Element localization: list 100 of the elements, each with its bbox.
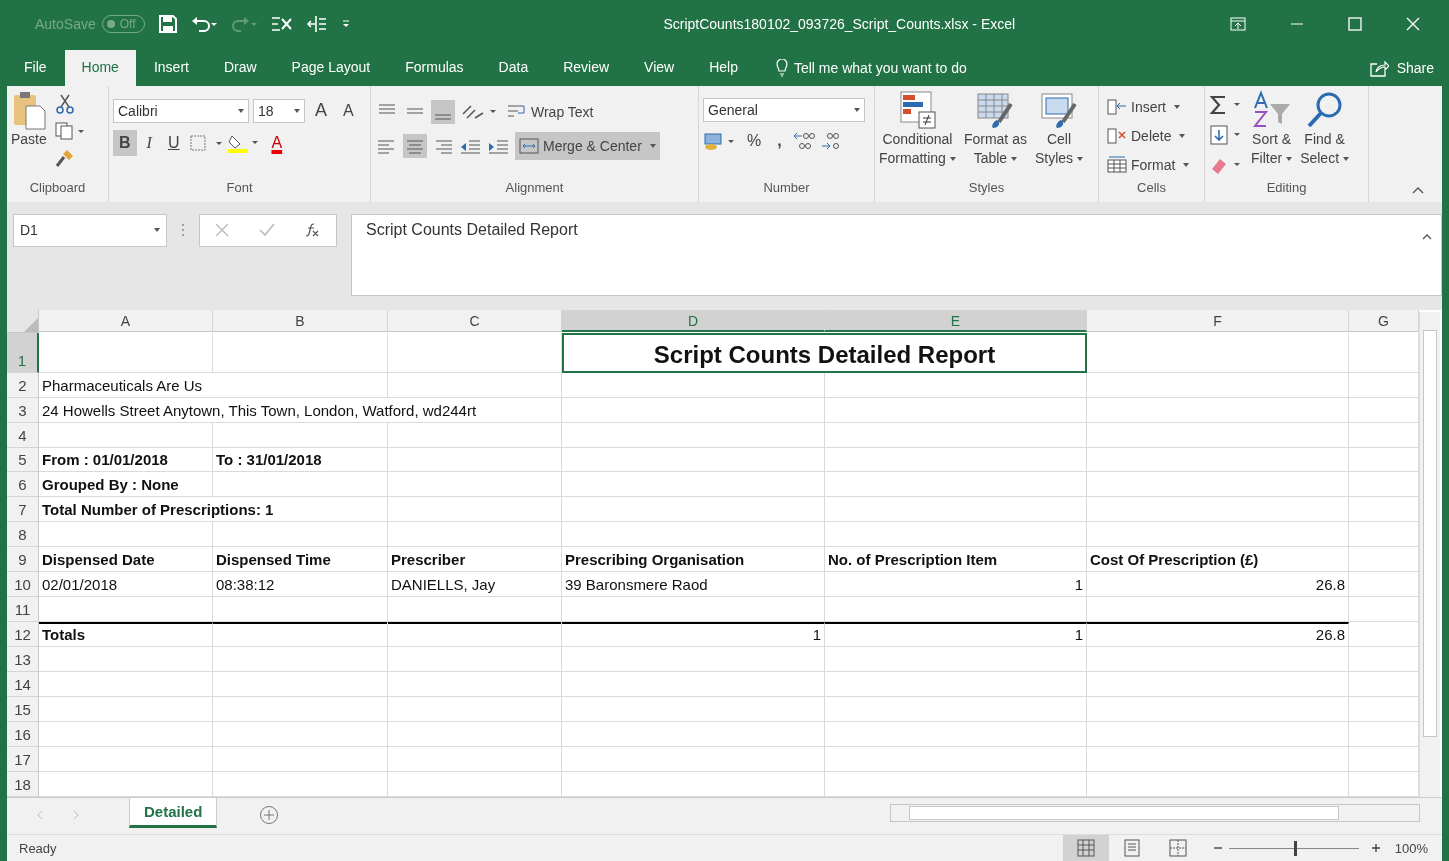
conditional-formatting-icon: [897, 89, 938, 130]
vertical-scrollbar[interactable]: [1419, 311, 1440, 798]
bold-button[interactable]: B: [113, 129, 137, 156]
group-label: Editing: [1265, 179, 1308, 197]
row-header[interactable]: 9: [7, 547, 39, 573]
maximize-icon[interactable]: [1348, 16, 1362, 31]
currency-icon[interactable]: [703, 130, 737, 151]
more-icon: [181, 222, 185, 237]
row-header[interactable]: 10: [7, 572, 39, 598]
align-center-icon[interactable]: [403, 133, 427, 158]
merge-center-button[interactable]: Merge & Center: [515, 131, 660, 160]
column-header[interactable]: C: [388, 309, 562, 332]
formula-input[interactable]: Script Counts Detailed Report: [351, 213, 1442, 296]
row-header[interactable]: 1: [7, 332, 39, 373]
insert-cells-button[interactable]: Insert: [1103, 93, 1184, 120]
row-header[interactable]: 3: [7, 397, 39, 423]
format-cells-icon: [1107, 155, 1127, 174]
format-painter-icon[interactable]: [54, 147, 75, 168]
insert-cells-icon: [1107, 97, 1127, 116]
zoom-level[interactable]: 100%: [1394, 840, 1428, 856]
row-header[interactable]: 18: [7, 772, 39, 798]
grid-view-icon[interactable]: [1062, 835, 1109, 861]
font-color-button[interactable]: A: [265, 129, 289, 156]
group-label: Styles: [967, 179, 1006, 197]
italic-button[interactable]: I: [140, 129, 158, 156]
ribbon-tab[interactable]: Insert: [136, 49, 206, 86]
group-label: Clipboard: [28, 179, 87, 197]
format-as-table-button[interactable]: Format as Table: [963, 89, 1027, 168]
find-select-button[interactable]: Find & Select: [1300, 89, 1350, 168]
row-header[interactable]: 2: [7, 372, 39, 398]
close-icon[interactable]: [1406, 16, 1420, 31]
row-header[interactable]: 6: [7, 472, 39, 498]
insert-function-icon[interactable]: [305, 222, 321, 239]
cell-styles-button[interactable]: Cell Styles: [1034, 89, 1084, 168]
ribbon-tab[interactable]: Draw: [206, 49, 274, 86]
ribbon-tab[interactable]: Formulas: [388, 49, 481, 86]
format-cells-button[interactable]: Format: [1103, 151, 1194, 178]
column-header[interactable]: G: [1349, 309, 1419, 332]
share-icon[interactable]: [1368, 58, 1389, 77]
shrink-font-button[interactable]: A: [337, 97, 360, 124]
row-header[interactable]: 4: [7, 422, 39, 448]
bottom-align-icon[interactable]: [431, 99, 455, 124]
indent-icon[interactable]: [306, 13, 327, 34]
autosum-icon[interactable]: [1209, 93, 1243, 116]
column-header[interactable]: E: [825, 309, 1087, 332]
clear-filter-icon[interactable]: [270, 14, 293, 33]
sort-filter-button[interactable]: Sort & Filter: [1251, 89, 1293, 168]
grow-font-button[interactable]: A: [309, 97, 333, 124]
sheet-tab[interactable]: Detailed: [129, 798, 218, 829]
row-header[interactable]: 11: [7, 597, 39, 623]
ribbon-display-icon[interactable]: [1230, 16, 1246, 31]
ribbon-tab[interactable]: Home: [64, 49, 136, 86]
group-label: Number: [762, 179, 811, 197]
ribbon-tab[interactable]: Data: [481, 49, 546, 86]
column-header[interactable]: F: [1087, 309, 1349, 332]
share-button[interactable]: Share: [1396, 49, 1434, 86]
lightbulb-icon: [775, 58, 788, 77]
fill-down-icon[interactable]: [1209, 123, 1243, 146]
add-sheet-icon[interactable]: [259, 805, 280, 826]
status-text: Ready: [19, 840, 57, 856]
number-format-dropdown[interactable]: General: [703, 97, 865, 122]
column-header[interactable]: D: [562, 309, 825, 332]
merge-icon: [519, 136, 539, 155]
row-header[interactable]: 5: [7, 447, 39, 473]
row-header[interactable]: 8: [7, 522, 39, 548]
row-header[interactable]: 12: [7, 622, 39, 648]
ribbon-tab[interactable]: View: [627, 49, 692, 86]
name-box[interactable]: D1: [13, 213, 167, 247]
row-header[interactable]: 16: [7, 722, 39, 748]
row-header[interactable]: 17: [7, 747, 39, 773]
row-header[interactable]: 14: [7, 672, 39, 698]
paste-button[interactable]: Paste: [11, 89, 47, 149]
cut-icon[interactable]: [54, 93, 75, 114]
row-header[interactable]: 15: [7, 697, 39, 723]
save-icon[interactable]: [158, 14, 177, 33]
ribbon-tab[interactable]: Review: [546, 49, 627, 86]
font-name-dropdown[interactable]: Calibri: [113, 98, 249, 123]
row-header[interactable]: 13: [7, 647, 39, 673]
copy-icon[interactable]: [54, 121, 85, 140]
delete-cells-button[interactable]: Delete: [1103, 122, 1190, 149]
font-size-dropdown[interactable]: 18: [253, 98, 305, 123]
ribbon-tab[interactable]: Page Layout: [274, 49, 388, 86]
column-header[interactable]: A: [39, 309, 213, 332]
row-header[interactable]: 7: [7, 497, 39, 523]
underline-button[interactable]: U: [161, 129, 186, 156]
undo-icon[interactable]: [190, 14, 217, 33]
horizontal-scrollbar[interactable]: [890, 804, 1420, 823]
tell-me-search[interactable]: Tell me what you want to do: [793, 49, 967, 86]
column-header[interactable]: B: [213, 309, 388, 332]
wrap-text-button[interactable]: Wrap Text: [503, 97, 598, 126]
group-label: Alignment: [504, 179, 565, 197]
comma-button[interactable]: ,: [771, 127, 788, 154]
customize-icon[interactable]: [340, 18, 351, 29]
ribbon-tab[interactable]: File: [7, 49, 64, 86]
zoom-in-icon[interactable]: [1370, 843, 1381, 853]
percent-button[interactable]: %: [741, 127, 768, 154]
conditional-formatting-button[interactable]: Conditional Formatting: [879, 89, 956, 168]
collapse-ribbon-icon[interactable]: [1412, 185, 1424, 194]
ribbon-tab[interactable]: Help: [692, 49, 755, 86]
collapse-formula-icon[interactable]: [1422, 232, 1432, 240]
